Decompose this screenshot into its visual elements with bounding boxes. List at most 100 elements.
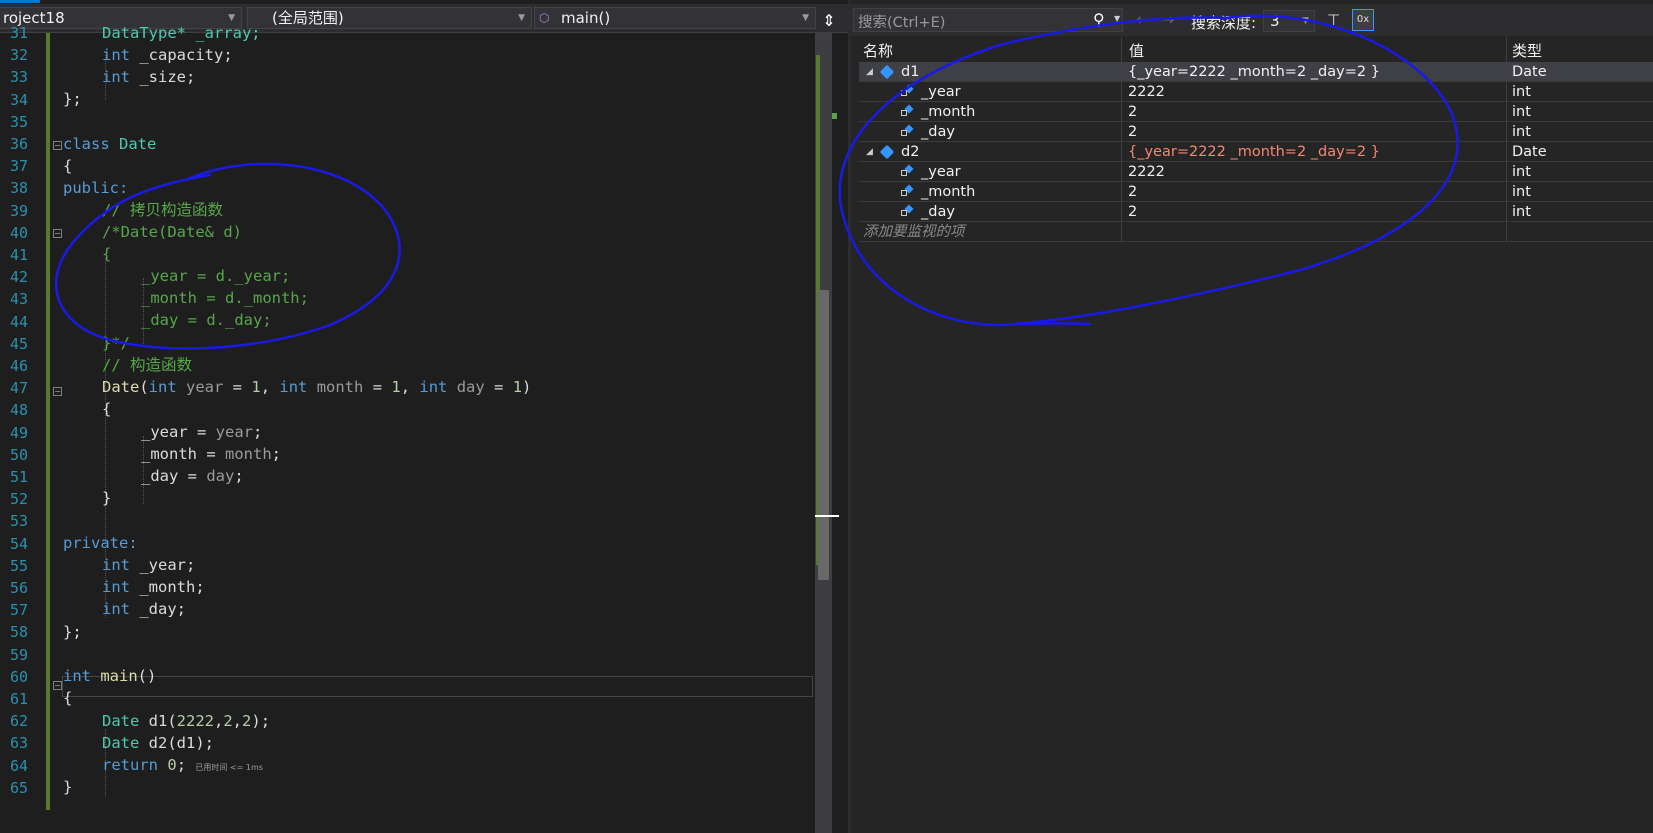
function-dropdown-label: main(): [561, 9, 611, 27]
scope-dropdown[interactable]: (全局范围) ▼: [247, 7, 532, 29]
code-line-31: DataType* _array;: [102, 24, 261, 42]
column-divider: [1121, 182, 1122, 202]
watch-row-value[interactable]: {_year=2222 _month=2 _day=2 }: [1128, 142, 1380, 162]
fold-toggle-icon[interactable]: −: [53, 141, 62, 150]
watch-row-value[interactable]: 2: [1128, 202, 1137, 222]
line-number: 47: [9, 379, 28, 398]
column-divider: [1121, 142, 1122, 162]
watch-window: 搜索(Ctrl+E) ⚲ ▼ ← → 搜索深度: 3 ▼ ⊤ 0x 名称 值 类…: [851, 0, 1653, 833]
watch-row-name: _year: [921, 84, 961, 100]
column-divider: [1121, 162, 1122, 182]
scrollbar-caret-marker: [815, 515, 839, 517]
line-number: 33: [9, 68, 28, 87]
column-resize-handle[interactable]: [1506, 37, 1507, 62]
watch-row-value[interactable]: 2: [1128, 102, 1137, 122]
code-line-57: int _day;: [102, 600, 186, 618]
watch-row-value[interactable]: {_year=2222 _month=2 _day=2 }: [1128, 62, 1380, 82]
line-number: 37: [9, 157, 28, 176]
column-divider: [1121, 222, 1122, 242]
line-number: 55: [9, 556, 28, 575]
private-field-icon: [901, 124, 914, 137]
hex-display-icon[interactable]: 0x: [1352, 9, 1374, 31]
line-number: 56: [9, 579, 28, 597]
filter-icon[interactable]: ⊤: [1327, 11, 1340, 29]
line-number: 49: [9, 423, 28, 442]
code-line-42: _year = d._year;: [141, 267, 291, 285]
watch-row-type: int: [1512, 124, 1531, 140]
code-line-36: class Date: [63, 135, 157, 153]
scrollbar-change-marker: [832, 113, 837, 119]
column-resize-handle[interactable]: [1121, 37, 1122, 62]
object-icon: [879, 144, 895, 160]
code-area[interactable]: DataType* _array; int _capacity; int _si…: [63, 24, 813, 813]
watch-row[interactable]: _month 2 int: [859, 182, 1653, 202]
search-icon[interactable]: ⚲: [1093, 10, 1105, 29]
line-number-gutter: 31 32 33 34 35 36 37 38 39 40 41 42 43 44 45 46 47 48 49 50…: [0, 24, 44, 833]
code-line-50: _month = month;: [141, 445, 282, 463]
code-line-40: /*Date(Date& d): [102, 223, 242, 241]
watch-row-value[interactable]: 2: [1128, 122, 1137, 142]
column-divider: [1506, 202, 1507, 222]
code-line-41: {: [102, 245, 112, 263]
function-dropdown[interactable]: ⬡ main() ▼: [534, 7, 816, 29]
object-icon: [879, 64, 895, 80]
fold-toggle-icon[interactable]: −: [53, 681, 62, 690]
column-header-name[interactable]: 名称: [863, 40, 893, 61]
forward-arrow-icon[interactable]: →: [1161, 10, 1174, 29]
scrollbar-thumb[interactable]: [818, 290, 829, 580]
code-editor[interactable]: roject18 ▼ (全局范围) ▼ ⬡ main() ▼ ⇕ 31 32 33 3…: [0, 0, 848, 833]
watch-row-name: _day: [921, 204, 955, 220]
line-number: 44: [9, 312, 28, 331]
line-number: 52: [9, 490, 28, 509]
watch-row[interactable]: _day 2 int: [859, 122, 1653, 142]
code-line-39: // 拷贝构造函数: [102, 201, 223, 219]
column-divider: [1121, 82, 1122, 102]
method-icon: ⬡: [539, 11, 550, 25]
column-divider: [1506, 162, 1507, 182]
watch-row-value[interactable]: 2222: [1128, 82, 1165, 102]
search-input[interactable]: 搜索(Ctrl+E) ⚲ ▼: [853, 8, 1123, 32]
column-header-type[interactable]: 类型: [1512, 40, 1542, 61]
line-number: 43: [9, 290, 28, 309]
column-divider: [1121, 122, 1122, 142]
watch-row[interactable]: _year 2222 int: [859, 82, 1653, 102]
column-header-value[interactable]: 值: [1129, 40, 1144, 61]
watch-row[interactable]: _day 2 int: [859, 202, 1653, 222]
fold-toggle-icon[interactable]: −: [53, 229, 62, 238]
line-number: 42: [9, 268, 28, 287]
line-number: 62: [9, 712, 28, 731]
watch-row[interactable]: _month 2 int: [859, 102, 1653, 122]
private-field-icon: [901, 164, 914, 177]
add-watch-placeholder[interactable]: 添加要监视的项: [863, 222, 965, 242]
watch-row-type: int: [1512, 104, 1531, 120]
line-number: 45: [9, 334, 28, 353]
expand-triangle-icon[interactable]: ◢: [866, 142, 873, 162]
code-line-37: {: [63, 157, 73, 175]
watch-row[interactable]: ◢ d1 {_year=2222 _month=2 _day=2 } Date: [859, 62, 1653, 82]
split-handle-icon[interactable]: ⇕: [818, 9, 840, 33]
expand-triangle-icon[interactable]: ◢: [866, 62, 873, 82]
search-depth-dropdown[interactable]: 3 ▼: [1263, 10, 1315, 32]
back-arrow-icon[interactable]: ←: [1136, 10, 1149, 29]
watch-row-value[interactable]: 2222: [1128, 162, 1165, 182]
search-placeholder: 搜索(Ctrl+E): [858, 15, 946, 31]
watch-header-row: 名称 值 类型: [859, 37, 1653, 63]
chevron-down-icon[interactable]: ▼: [1114, 14, 1120, 23]
column-divider: [1506, 62, 1507, 82]
private-field-icon: [901, 84, 914, 97]
line-number: 34: [9, 90, 28, 109]
code-line-32: int _capacity;: [102, 46, 233, 64]
add-watch-row[interactable]: 添加要监视的项: [859, 222, 1653, 242]
scope-dropdown-label: (全局范围): [272, 9, 344, 27]
fold-toggle-icon[interactable]: −: [53, 387, 62, 396]
watch-row[interactable]: _year 2222 int: [859, 162, 1653, 182]
elapsed-time-hint: 已用时间 <= 1ms: [195, 763, 263, 772]
private-field-icon: [901, 104, 914, 117]
line-number: 48: [9, 401, 28, 420]
chevron-down-icon: ▼: [802, 13, 809, 23]
watch-row-value[interactable]: 2: [1128, 182, 1137, 202]
line-number: 39: [9, 201, 28, 220]
column-divider: [1506, 82, 1507, 102]
watch-row[interactable]: ◢ d2 {_year=2222 _month=2 _day=2 } Date: [859, 142, 1653, 162]
search-depth-label: 搜索深度:: [1191, 14, 1257, 32]
